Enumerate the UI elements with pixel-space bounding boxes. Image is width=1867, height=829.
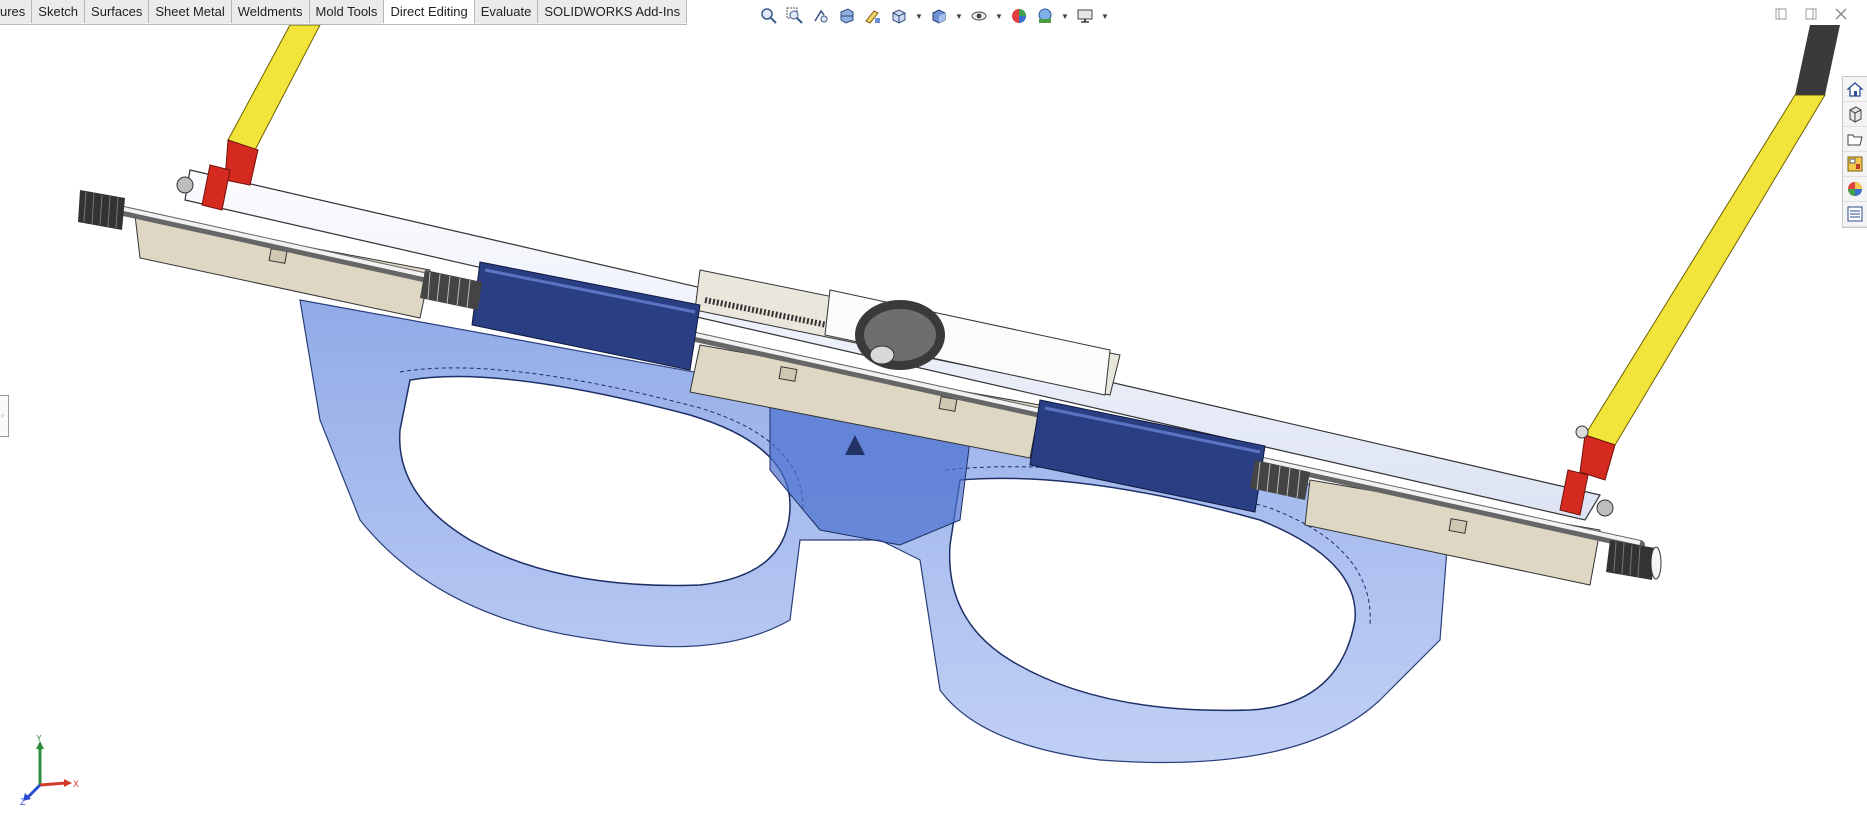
spring-left (420, 270, 482, 310)
display-style-icon[interactable] (928, 5, 950, 27)
knurled-knob-left[interactable] (78, 190, 125, 230)
view-orientation-dropdown[interactable]: ▼ (914, 5, 924, 27)
triad-z-label: Z (20, 797, 26, 805)
zoom-to-area-icon[interactable] (784, 5, 806, 27)
tile-icon[interactable] (1803, 6, 1819, 22)
apply-scene-icon[interactable] (1034, 5, 1056, 27)
command-manager-tabs: ures Sketch Surfaces Sheet Metal Weldmen… (0, 0, 688, 25)
edit-appearance-icon[interactable] (1008, 5, 1030, 27)
graphics-area[interactable] (0, 25, 1867, 829)
temple-rod-right[interactable] (1559, 25, 1840, 517)
previous-view-icon[interactable] (810, 5, 832, 27)
tab-features[interactable]: ures (0, 0, 33, 23)
view-settings-dropdown[interactable]: ▼ (1100, 5, 1110, 27)
triad-y-label: Y (36, 735, 42, 743)
hide-show-dropdown[interactable]: ▼ (994, 5, 1004, 27)
tab-sketch[interactable]: Sketch (32, 0, 86, 23)
tab-sheet-metal[interactable]: Sheet Metal (149, 0, 232, 23)
hide-show-items-icon[interactable] (968, 5, 990, 27)
close-icon[interactable] (1833, 6, 1849, 22)
glasses-frame[interactable] (299, 299, 1451, 764)
tab-evaluate[interactable]: Evaluate (474, 0, 539, 23)
triad-x-label: X (73, 779, 79, 789)
window-controls (1773, 6, 1849, 22)
knurled-knob-right[interactable] (1606, 540, 1662, 580)
display-style-dropdown[interactable]: ▼ (954, 5, 964, 27)
tab-direct-editing[interactable]: Direct Editing (384, 0, 475, 24)
section-view-icon[interactable] (836, 5, 858, 27)
dynamic-annotation-icon[interactable] (862, 5, 884, 27)
reference-triad: Y X Z (20, 735, 79, 805)
restore-icon[interactable] (1773, 6, 1789, 22)
view-orientation-icon[interactable] (888, 5, 910, 27)
tab-mold-tools[interactable]: Mold Tools (309, 0, 385, 23)
tab-solidworks-add-ins[interactable]: SOLIDWORKS Add-Ins (538, 0, 688, 23)
apply-scene-dropdown[interactable]: ▼ (1060, 5, 1070, 27)
zoom-to-fit-icon[interactable] (758, 5, 780, 27)
tab-weldments[interactable]: Weldments (231, 0, 310, 23)
view-settings-icon[interactable] (1074, 5, 1096, 27)
tab-surfaces[interactable]: Surfaces (85, 0, 150, 23)
